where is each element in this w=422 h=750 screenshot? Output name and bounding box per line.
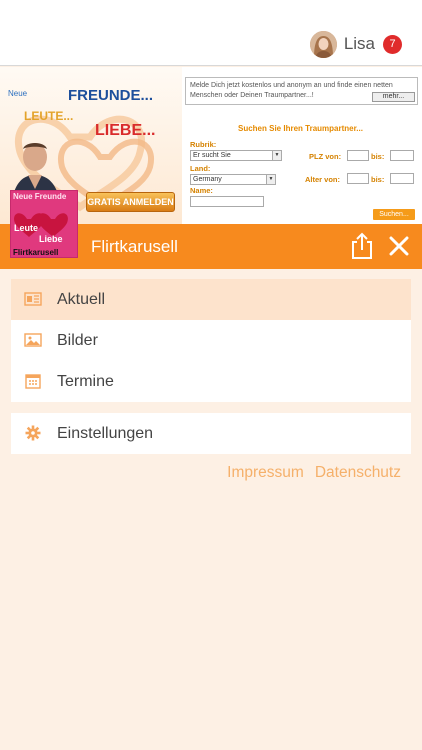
suchen-button[interactable]: Suchen... <box>373 209 415 220</box>
menu-item-label: Aktuell <box>57 290 106 308</box>
alter-label: Alter von: <box>305 175 341 184</box>
user-profile[interactable]: Lisa 7 <box>309 30 402 58</box>
notification-badge[interactable]: 7 <box>383 34 402 54</box>
rubrik-label: Rubrik: <box>190 140 217 149</box>
menu-item-einstellungen[interactable]: Einstellungen <box>11 413 411 454</box>
gear-icon <box>25 425 41 441</box>
mehr-button[interactable]: mehr... <box>372 92 415 102</box>
menu-item-aktuell[interactable]: Aktuell <box>11 279 411 320</box>
gratis-anmelden-button[interactable]: GRATIS ANMELDEN <box>86 192 175 212</box>
thumbnail-line-1: Neue Freunde <box>13 192 67 201</box>
menu-item-termine[interactable]: Termine <box>11 361 411 402</box>
user-name: Lisa <box>343 34 375 53</box>
thumbnail-line-2: Leute <box>14 223 39 233</box>
banner-word-neue: Neue <box>8 89 28 98</box>
alter-bis-label: bis: <box>371 175 385 184</box>
datenschutz-link[interactable]: Datenschutz <box>315 464 401 482</box>
intro-text: Melde Dich jetzt kostenlos und anonym an… <box>190 82 393 99</box>
close-button[interactable] <box>387 234 411 258</box>
plz-bis-label: bis: <box>371 152 385 161</box>
footer-links: Impressum Datenschutz <box>227 464 401 482</box>
banner-search-form: Melde Dich jetzt kostenlos und anonym an… <box>182 67 422 224</box>
chevron-down-icon: ▼ <box>266 175 275 184</box>
image-icon <box>24 333 42 347</box>
top-app-bar: Lisa 7 <box>0 0 422 66</box>
name-input[interactable] <box>190 196 264 207</box>
plz-to-input[interactable] <box>390 150 414 161</box>
avatar[interactable] <box>309 30 337 58</box>
close-icon <box>389 236 409 256</box>
thumbnail-line-4: Flirtkarusell <box>13 248 59 257</box>
banner-word-leute: LEUTE... <box>24 109 74 123</box>
menu-item-label: Einstellungen <box>57 424 154 442</box>
share-icon <box>352 232 372 259</box>
name-label: Name: <box>190 186 213 195</box>
chevron-down-icon: ▼ <box>272 151 281 160</box>
thumbnail-line-3: Liebe <box>39 234 63 244</box>
plz-label: PLZ von: <box>309 152 342 161</box>
plz-from-input[interactable] <box>347 150 369 161</box>
land-label: Land: <box>190 164 211 173</box>
share-button[interactable] <box>349 232 375 260</box>
news-icon <box>24 292 42 306</box>
calendar-icon <box>25 374 41 389</box>
menu-item-label: Termine <box>57 372 114 390</box>
alter-from-input[interactable] <box>347 173 369 184</box>
land-select[interactable]: Germany ▼ <box>190 174 276 185</box>
intro-box: Melde Dich jetzt kostenlos und anonym an… <box>185 77 418 105</box>
banner-word-freunde: FREUNDE... <box>68 87 154 104</box>
impressum-link[interactable]: Impressum <box>227 464 304 482</box>
page-title: Flirtkarusell <box>91 236 178 256</box>
alter-to-input[interactable] <box>390 173 414 184</box>
rubrik-value: Er sucht Sie <box>193 152 231 159</box>
banner-word-liebe: LIEBE... <box>95 122 156 139</box>
search-title: Suchen Sie Ihren Traumpartner... <box>238 124 363 133</box>
menu-item-bilder[interactable]: Bilder <box>11 320 411 361</box>
main-menu: Aktuell Bilder Termine <box>11 279 411 402</box>
app-thumbnail: Neue Freunde Leute Liebe Flirtkarusell <box>10 190 78 258</box>
land-value: Germany <box>193 176 222 183</box>
settings-menu: Einstellungen <box>11 413 411 454</box>
menu-item-label: Bilder <box>57 331 98 349</box>
rubrik-select[interactable]: Er sucht Sie ▼ <box>190 150 282 161</box>
